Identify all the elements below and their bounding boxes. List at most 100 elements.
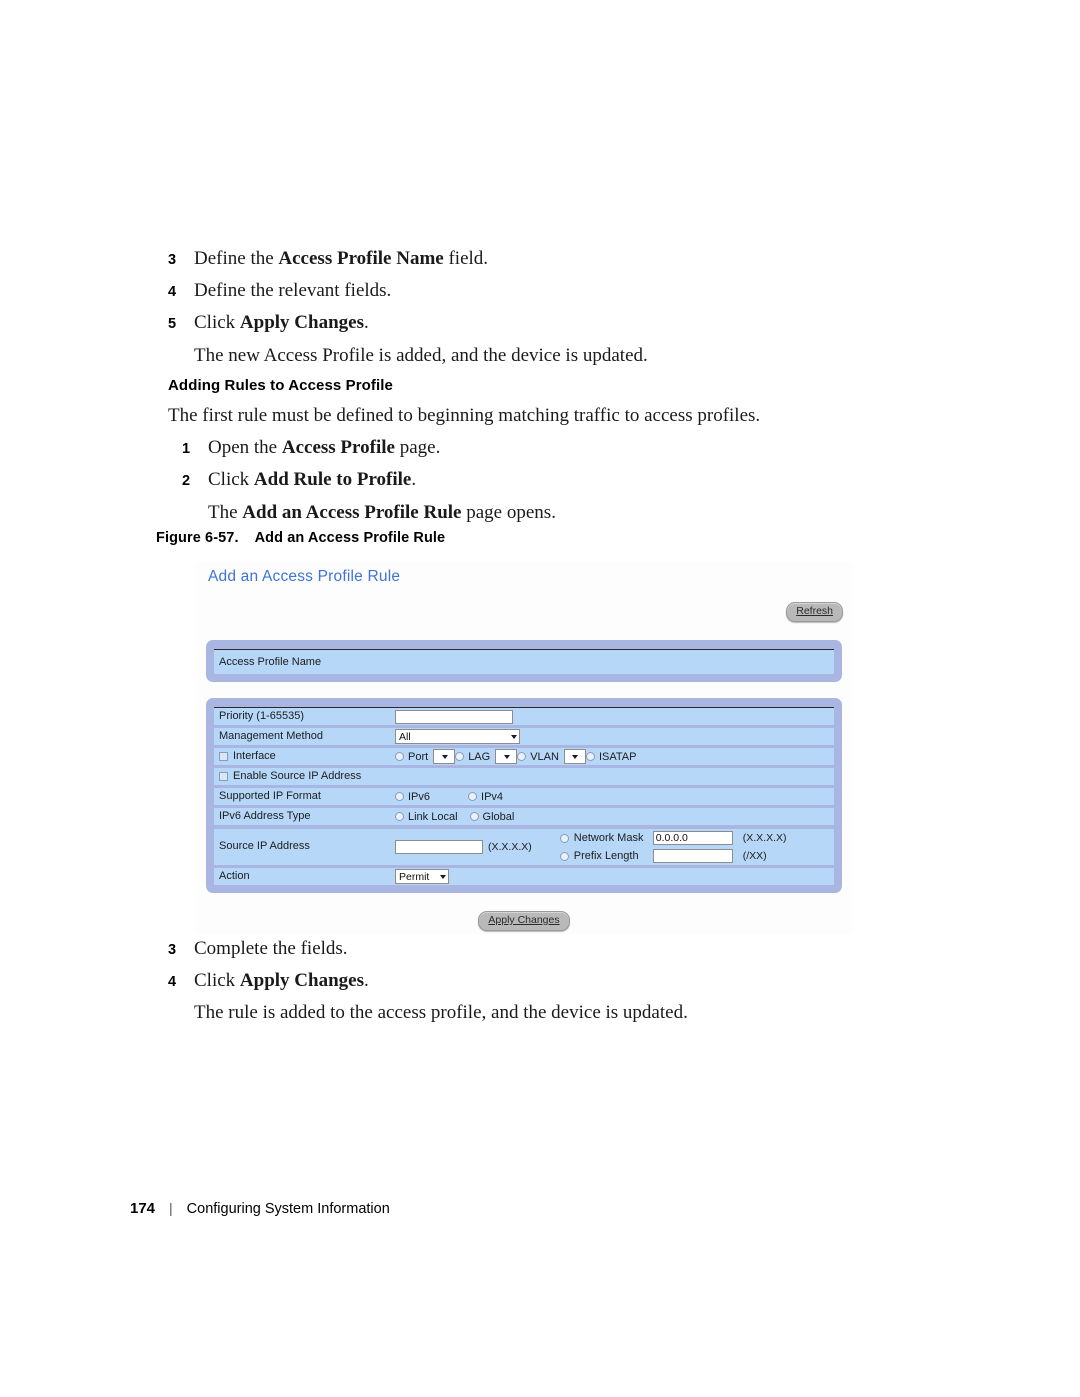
link-local-label: Link Local [408,810,458,823]
interface-option-lag[interactable]: LAG [455,751,490,763]
steps-bottom-list: 3 Complete the fields. 4 Click Apply Cha… [168,936,928,1033]
vlan-radio[interactable] [517,752,527,761]
chevron-down-icon [503,754,510,759]
footer-section-title: Configuring System Information [186,1201,390,1217]
access-profile-name-label: Access Profile Name [219,656,322,668]
priority-label: Priority (1-65535) [219,709,304,722]
network-mask-format-hint: (X.X.X.X) [742,832,787,844]
network-mask-label: Network Mask [573,832,644,844]
source-ip-address-input[interactable] [395,840,483,854]
page-footer: 174 | Configuring System Information [130,1200,390,1217]
network-mask-input[interactable]: 0.0.0.0 [652,831,733,845]
lag-radio[interactable] [455,752,465,761]
ipv6-address-type-row: IPv6 Address Type Link Local Global [214,808,834,825]
interface-label-group: Interface [214,750,395,764]
step-text: Open the Access Profile page. [208,437,441,459]
ipv6-address-type-label: IPv6 Address Type [219,809,311,822]
enable-source-ip-row: Enable Source IP Address [214,768,834,785]
interface-control: Port LAG VLAN ISATAP [395,749,834,764]
step-item: 3 Complete the fields. [168,936,928,962]
isatap-label: ISATAP [598,750,637,763]
isatap-radio[interactable] [585,752,595,761]
priority-row: Priority (1-65535) [214,707,834,725]
step-text: Click Apply Changes. [194,312,369,334]
interface-label: Interface [233,749,276,762]
link-local-radio[interactable] [395,812,404,821]
section-intro-text: The first rule must be defined to beginn… [168,405,761,426]
figure-title: Add an Access Profile Rule [254,530,446,546]
ipv4-option[interactable]: IPv4 [468,791,503,803]
network-mask-radio[interactable] [559,833,569,843]
step-item: 3 Define the Access Profile Name field. [168,246,928,272]
footer-page-number: 174 [130,1200,156,1217]
adding-rules-section: Adding Rules to Access Profile The first… [168,377,928,532]
step-text: Click Add Rule to Profile. [208,469,417,491]
step-result-text: The Add an Access Profile Rule page open… [208,501,556,523]
action-control: Permit [395,869,834,884]
port-radio[interactable] [395,752,404,761]
prefix-length-input[interactable] [652,849,733,863]
action-select[interactable]: Permit [395,869,449,884]
management-method-control: All [395,729,834,744]
app-page-title: Add an Access Profile Rule [208,568,401,585]
supported-ip-format-control: IPv6 IPv4 [395,791,834,803]
priority-input[interactable] [395,709,513,724]
step-item: 4 Click Apply Changes. [168,968,928,994]
network-mask-line: Network Mask 0.0.0.0 (X.X.X.X) [559,831,787,845]
mask-prefix-group: Network Mask 0.0.0.0 (X.X.X.X) Prefix Le… [559,831,787,863]
lag-select[interactable] [495,749,518,764]
step-text: Define the Access Profile Name field. [194,248,489,269]
step-text: Complete the fields. [194,938,348,959]
apply-changes-wrap: Apply Changes [196,910,852,932]
access-profile-name-panel: Access Profile Name [206,640,842,682]
enable-source-ip-group: Enable Source IP Address [214,770,834,784]
source-ip-address-label: Source IP Address [219,840,310,853]
global-option[interactable]: Global [469,810,515,823]
refresh-button[interactable]: Refresh [786,602,843,623]
manual-page: 3 Define the Access Profile Name field. … [0,0,1080,1397]
step-number: 3 [168,942,177,958]
chevron-down-icon [440,874,446,879]
step-item: 4 Define the relevant fields. [168,278,928,304]
vlan-select[interactable] [563,749,586,764]
enable-source-ip-checkbox[interactable] [219,772,228,781]
interface-checkbox[interactable] [219,752,228,761]
prefix-length-line: Prefix Length (/XX) [559,849,787,863]
step-number: 2 [182,473,191,490]
step-text: Click Apply Changes. [194,970,369,992]
ipv4-radio[interactable] [468,792,478,801]
prefix-length-radio[interactable] [559,851,569,861]
management-method-select[interactable]: All [395,729,520,744]
chevron-down-icon [441,754,448,759]
panel-inner: Priority (1-65535) Management Method All [214,707,834,885]
ipv6-option[interactable]: IPv6 [395,791,430,803]
source-ip-format-hint: (X.X.X.X) [488,841,532,853]
steps-top-list: 3 Define the Access Profile Name field. … [168,246,928,375]
panel-inner: Access Profile Name [214,649,834,674]
action-label: Action [219,869,250,882]
figure-caption: Figure 6-57. Add an Access Profile Rule [156,530,445,546]
global-label: Global [482,810,515,823]
chevron-down-icon [511,734,517,739]
prefix-length-label: Prefix Length [573,850,639,862]
interface-option-isatap[interactable]: ISATAP [585,750,637,763]
ipv6-address-type-control: Link Local Global [395,811,834,823]
step-item: 2 Click Add Rule to Profile. [182,467,928,493]
port-select[interactable] [433,749,456,764]
ipv6-label: IPv6 [408,790,431,803]
figure-label: Figure 6-57. [156,530,239,546]
interface-option-vlan[interactable]: VLAN [517,751,559,763]
step-number: 1 [182,441,191,458]
source-ip-address-row: Source IP Address (X.X.X.X) Network Mask… [214,829,834,865]
supported-ip-format-label: Supported IP Format [219,789,321,802]
interface-option-port[interactable]: Port [395,751,428,763]
ipv6-radio[interactable] [395,792,404,801]
step-number: 4 [168,284,177,301]
action-row: Action Permit [214,868,834,885]
management-method-value: All [399,730,411,743]
prefix-length-format-hint: (/XX) [742,850,767,862]
port-label: Port [408,750,429,763]
apply-changes-button[interactable]: Apply Changes [478,911,570,932]
link-local-option[interactable]: Link Local [395,811,458,823]
global-radio[interactable] [469,812,479,821]
